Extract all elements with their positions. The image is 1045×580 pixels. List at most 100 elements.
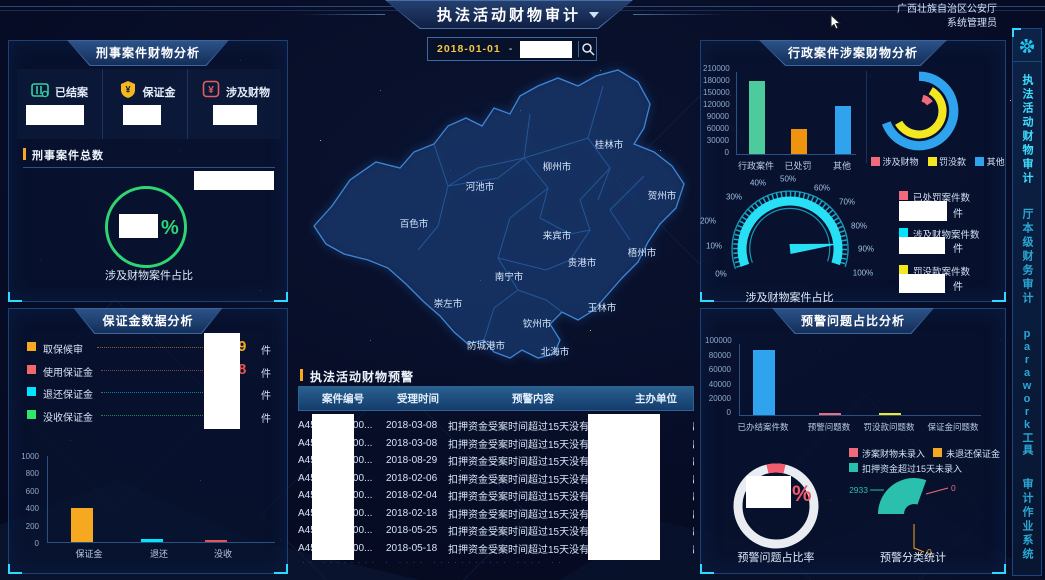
gauge-tick: 100%	[853, 269, 873, 278]
y-tick: 0	[703, 148, 729, 157]
guangxi-map[interactable]: 桂林市 柳州市 贺州市 河池市 百色市 来宾市 梧州市 贵港市 南宁市 玉林市 …	[298, 58, 698, 363]
city-label[interactable]: 桂林市	[595, 139, 624, 151]
col-header[interactable]: 案件编号	[299, 387, 387, 410]
date-end-input-redacted[interactable]	[520, 41, 572, 58]
col-header[interactable]: 受理时间	[387, 387, 449, 410]
city-label[interactable]: 梧州市	[628, 247, 657, 259]
redaction-box	[588, 414, 660, 560]
legend-item[interactable]: 其他	[975, 155, 1005, 168]
section-marker	[23, 148, 26, 160]
divider	[866, 71, 867, 163]
legend-label[interactable]: 没收保证金	[43, 409, 93, 424]
ring-legend: 涉及财物 罚没款 其他	[871, 155, 1005, 168]
city-label[interactable]: 百色市	[400, 218, 429, 230]
legend-label[interactable]: 取保候审	[43, 341, 83, 356]
panel-title: 行政案件涉案财物分析	[760, 41, 946, 65]
legend-label[interactable]: 使用保证金	[43, 364, 93, 379]
stat-card-closed-cases[interactable]: 已结案	[17, 69, 103, 139]
admin-ring-chart	[873, 65, 965, 157]
gauge-tick: 10%	[706, 242, 722, 251]
sidebar-item-enforcement-audit[interactable]: 执法活动财物审计	[1019, 74, 1035, 186]
city-label[interactable]: 玉林市	[588, 302, 617, 314]
user-name[interactable]: 系统管理员	[897, 17, 997, 31]
sidebar-item-parawork-tool[interactable]: parawork工具	[1019, 328, 1035, 456]
y-tick: 90000	[703, 112, 729, 121]
bar-other	[835, 106, 851, 154]
x-category: 保证金问题数	[927, 421, 978, 433]
header-wing-right	[633, 14, 728, 15]
gauge-tick: 80%	[851, 222, 867, 231]
search-button[interactable]	[579, 42, 596, 56]
legend-swatch[interactable]	[27, 387, 36, 396]
bar-warning-issues	[819, 413, 841, 415]
city-label[interactable]: 南宁市	[495, 271, 524, 283]
shield-yen-icon: ¥	[119, 80, 137, 99]
legend-unit: 件	[953, 240, 963, 255]
stat-label: 保证金	[143, 84, 176, 100]
redaction-box	[312, 414, 354, 560]
y-tick: 20000	[705, 394, 731, 403]
city-label[interactable]: 防城港市	[467, 340, 506, 352]
city-label[interactable]: 崇左市	[434, 298, 463, 310]
col-header[interactable]: 预警内容	[449, 387, 617, 410]
legend-swatch[interactable]	[933, 448, 942, 457]
warning-bar-chart	[739, 344, 981, 416]
bar-admin-cases	[749, 81, 765, 154]
user-info: 广西壮族自治区公安厅 系统管理员	[897, 3, 997, 31]
date-range-dash: -	[509, 43, 513, 55]
pie-slice-deduction[interactable]	[878, 478, 926, 514]
ratio-caption: 预警问题占比率	[716, 549, 836, 565]
legend-unit: 件	[953, 278, 963, 293]
pie-callout-property: 0	[951, 483, 956, 493]
criminal-property-panel: 刑事案件财物分析 已结案 ¥ 保证金	[8, 40, 288, 302]
y-tick: 100000	[705, 336, 731, 345]
legend-unit: 件	[953, 205, 963, 220]
legend-unit: 件	[261, 365, 271, 380]
sidebar-item-department-finance-audit[interactable]: 厅本级财务审计	[1019, 208, 1035, 306]
city-label[interactable]: 钦州市	[523, 318, 552, 330]
y-tick: 80000	[705, 351, 731, 360]
col-header[interactable]: 主办单位	[617, 387, 694, 410]
mouse-cursor	[830, 14, 842, 30]
yen-box-icon: ¥	[202, 80, 220, 98]
legend-item[interactable]: 罚没款	[928, 155, 967, 168]
closed-cases-icon	[31, 81, 49, 99]
gauge-tick: 60%	[814, 184, 830, 193]
city-label[interactable]: 贺州市	[648, 190, 677, 202]
legend-swatch[interactable]	[899, 265, 908, 274]
date-start-input[interactable]: 2018-01-01	[437, 43, 501, 55]
legend-label[interactable]: 退还保证金	[43, 386, 93, 401]
legend-swatch[interactable]	[27, 365, 36, 374]
city-label[interactable]: 北海市	[541, 346, 570, 358]
app-title-plate: 执法活动财物审计	[385, 0, 633, 29]
city-label[interactable]: 柳州市	[543, 161, 572, 173]
legend-unit: 件	[261, 387, 271, 402]
city-label[interactable]: 来宾市	[543, 230, 572, 242]
city-label[interactable]: 贵港市	[568, 257, 597, 269]
search-icon	[581, 42, 595, 56]
x-category: 预警问题数	[808, 421, 851, 433]
legend-swatch[interactable]	[899, 191, 908, 200]
legend-label[interactable]: 未退还保证金	[946, 447, 1000, 460]
y-tick: 210000	[703, 64, 729, 73]
legend-swatch[interactable]	[899, 228, 908, 237]
panel-title: 刑事案件财物分析	[68, 41, 228, 65]
legend-leader-line	[101, 370, 203, 371]
y-tick: 0	[13, 539, 39, 548]
legend-leader-line	[101, 415, 203, 416]
x-category: 没收	[214, 547, 232, 560]
stat-card-bail[interactable]: ¥ 保证金	[103, 69, 189, 139]
percent-sign: %	[161, 217, 179, 240]
title-dropdown-caret-icon[interactable]	[589, 12, 599, 18]
sidebar-item-audit-work-system[interactable]: 审计作业系统	[1019, 478, 1035, 562]
legend-item[interactable]: 涉及财物	[871, 155, 919, 168]
involved-gauge	[704, 171, 880, 297]
legend-swatch[interactable]	[849, 448, 858, 457]
stat-card-involved-property[interactable]: ¥ 涉及财物	[188, 69, 281, 139]
city-label[interactable]: 河池市	[466, 181, 495, 193]
legend-swatch[interactable]	[27, 410, 36, 419]
legend-swatch[interactable]	[27, 342, 36, 351]
redaction-box	[213, 105, 257, 125]
criminal-total-label: 刑事案件总数	[32, 147, 104, 163]
legend-label[interactable]: 涉案财物未录入	[862, 447, 925, 460]
